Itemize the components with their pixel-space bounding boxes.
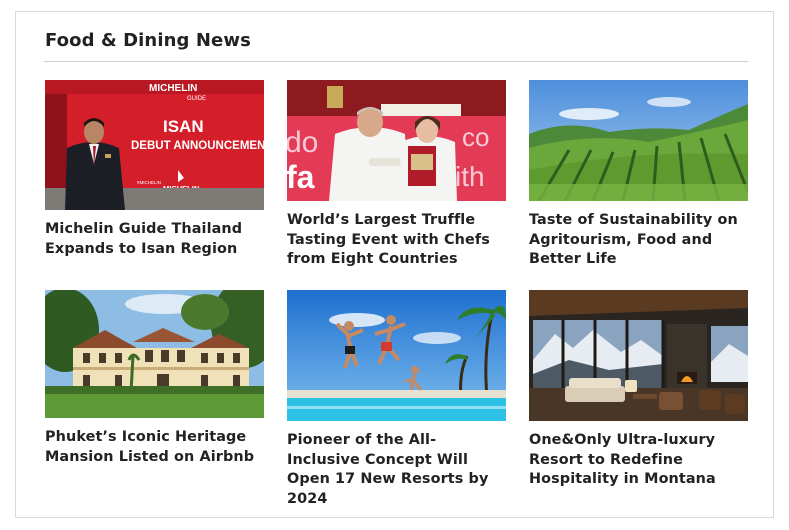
svg-text:do: do [287, 126, 318, 159]
svg-text:#MICHELIN: #MICHELIN [137, 180, 161, 185]
article-card-mansion[interactable]: Phuket’s Iconic Heritage Mansion Listed … [45, 290, 264, 467]
title-divider [44, 61, 748, 62]
svg-text:ith: ith [455, 161, 485, 192]
article-image-mansion[interactable] [45, 290, 264, 418]
svg-text:GUIDE: GUIDE [187, 96, 206, 102]
article-image-michelin[interactable]: MICHELIN GUIDE ISAN DEBUT ANNOUNCEMENT M… [45, 80, 264, 210]
article-title[interactable]: Taste of Sustainability on Agritourism, … [529, 211, 748, 270]
article-title[interactable]: Pioneer of the All-Inclusive Concept Wil… [287, 431, 506, 509]
article-title[interactable]: Phuket’s Iconic Heritage Mansion Listed … [45, 428, 264, 467]
svg-text:MICHELIN: MICHELIN [149, 83, 197, 94]
article-image-lounge[interactable] [529, 290, 748, 421]
svg-text:DEBUT ANNOUNCEMENT: DEBUT ANNOUNCEMENT [131, 140, 264, 152]
article-image-vineyard[interactable] [529, 80, 748, 201]
article-card-michelin[interactable]: MICHELIN GUIDE ISAN DEBUT ANNOUNCEMENT M… [45, 80, 264, 259]
article-card-montana[interactable]: One&Only Ultra-luxury Resort to Redefine… [529, 290, 748, 490]
svg-text:co: co [462, 122, 489, 152]
article-card-agritourism[interactable]: Taste of Sustainability on Agritourism, … [529, 80, 748, 270]
sign-isan: ISAN [163, 117, 204, 136]
article-image-truffle[interactable]: do fa co ith [287, 80, 506, 201]
article-title[interactable]: One&Only Ultra-luxury Resort to Redefine… [529, 431, 748, 490]
article-title[interactable]: Michelin Guide Thailand Expands to Isan … [45, 220, 264, 259]
article-card-truffle[interactable]: do fa co ith World’s Largest Truffle Tas… [287, 80, 506, 270]
svg-text:fa: fa [287, 159, 315, 195]
article-title[interactable]: World’s Largest Truffle Tasting Event wi… [287, 211, 506, 270]
article-image-pool[interactable] [287, 290, 506, 421]
article-card-resorts[interactable]: Pioneer of the All-Inclusive Concept Wil… [287, 290, 506, 509]
section-title: Food & Dining News [45, 30, 251, 51]
